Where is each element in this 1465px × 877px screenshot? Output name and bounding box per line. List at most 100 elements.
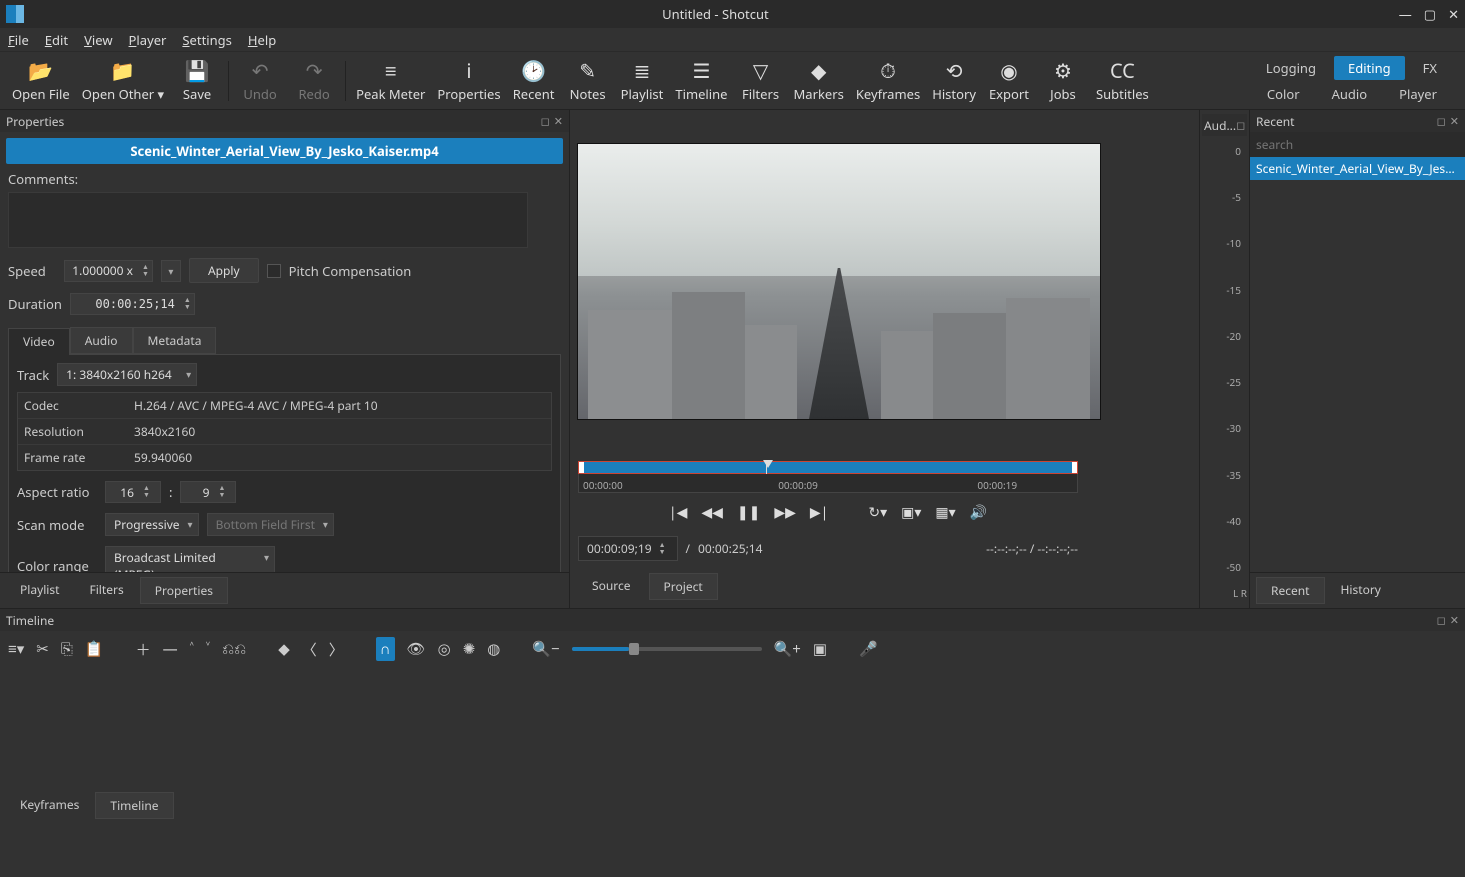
menu-settings[interactable]: Settings bbox=[182, 31, 231, 49]
menu-edit[interactable]: Edit bbox=[45, 31, 68, 49]
menu-view[interactable]: View bbox=[84, 31, 112, 49]
panel-tab-playlist[interactable]: Playlist bbox=[6, 577, 73, 604]
menu-file[interactable]: File bbox=[8, 31, 29, 49]
player-scrubber[interactable] bbox=[578, 461, 1078, 474]
toolbar-jobs[interactable]: ⚙Jobs bbox=[1036, 57, 1090, 105]
toolbar-playlist[interactable]: ≣Playlist bbox=[615, 57, 670, 105]
loop-icon[interactable]: ↻▾ bbox=[868, 503, 887, 522]
split-icon[interactable]: ⎌⎌ bbox=[222, 639, 246, 659]
toolbar-properties[interactable]: ℹProperties bbox=[431, 57, 506, 105]
zoom-slider[interactable] bbox=[572, 647, 762, 651]
toolbar-open-other[interactable]: 📁Open Other ▾ bbox=[76, 57, 170, 105]
toolbar-open-file[interactable]: 📂Open File bbox=[6, 57, 76, 105]
toolbar-peak-meter[interactable]: ≡Peak Meter bbox=[350, 57, 431, 105]
scan-select[interactable]: Progressive bbox=[105, 513, 199, 536]
aspect-h-input[interactable]: ▲▼ bbox=[180, 481, 236, 503]
recent-search-input[interactable] bbox=[1250, 132, 1465, 157]
speed-input[interactable]: ▲▼ bbox=[64, 260, 153, 282]
timecode-current[interactable]: 00:00:09;19▲▼ bbox=[578, 536, 678, 561]
zoom-out-icon[interactable]: 🔍− bbox=[532, 639, 559, 659]
toolbar-markers[interactable]: ◆Markers bbox=[788, 57, 850, 105]
prev-marker-icon[interactable]: 〈 bbox=[302, 639, 317, 660]
toolbar-export[interactable]: ◉Export bbox=[982, 57, 1036, 105]
volume-icon[interactable]: 🔊 bbox=[970, 503, 987, 522]
skip-start-icon[interactable]: |◀ bbox=[669, 503, 687, 522]
tl-menu-icon[interactable]: ≡▾ bbox=[8, 639, 24, 659]
toolbar-history[interactable]: ⟲History bbox=[926, 57, 982, 105]
zoom-fit-icon[interactable]: ▣ bbox=[813, 639, 827, 659]
comments-input[interactable] bbox=[8, 192, 528, 248]
ripple-icon[interactable]: ◎ bbox=[438, 639, 451, 659]
apply-button[interactable]: Apply bbox=[189, 258, 259, 283]
copy-icon[interactable]: ⎘ bbox=[61, 639, 73, 659]
cut-icon[interactable]: ✂ bbox=[36, 639, 49, 659]
panel-close-icon[interactable]: ✕ bbox=[554, 114, 563, 129]
ripple-markers-icon[interactable]: ◍ bbox=[487, 639, 500, 659]
prop-tab-audio[interactable]: Audio bbox=[70, 327, 133, 354]
player-ruler[interactable]: 00:00:00 00:00:09 00:00:19 bbox=[578, 474, 1078, 493]
track-label: Track bbox=[17, 366, 49, 384]
panel-tab-properties[interactable]: Properties bbox=[140, 577, 228, 604]
pause-icon[interactable]: ❚❚ bbox=[737, 503, 760, 522]
marker-icon[interactable]: ◆ bbox=[278, 639, 290, 659]
close-icon[interactable]: ✕ bbox=[1448, 5, 1459, 23]
timeline-tracks-area[interactable] bbox=[0, 667, 1465, 788]
layout-color[interactable]: Color bbox=[1253, 82, 1314, 106]
toolbar-recent[interactable]: 🕑Recent bbox=[507, 57, 561, 105]
detach-icon[interactable]: ◻ bbox=[541, 114, 550, 129]
next-marker-icon[interactable]: 〉 bbox=[329, 639, 344, 660]
recent-tab-history[interactable]: History bbox=[1327, 577, 1395, 604]
record-audio-icon[interactable]: 🎤 bbox=[859, 639, 878, 659]
layout-editing[interactable]: Editing bbox=[1334, 56, 1405, 80]
grid-icon[interactable]: ▦▾ bbox=[935, 503, 955, 522]
skip-end-icon[interactable]: ▶| bbox=[810, 503, 828, 522]
track-select[interactable]: 1: 3840x2160 h264 bbox=[57, 363, 197, 386]
ripple-all-icon[interactable]: ✺ bbox=[463, 639, 476, 659]
panel-close-icon[interactable]: ✕ bbox=[1450, 114, 1459, 129]
player-tab-source[interactable]: Source bbox=[578, 573, 645, 600]
aspect-w-input[interactable]: ▲▼ bbox=[105, 481, 161, 503]
recent-tab-recent[interactable]: Recent bbox=[1256, 577, 1325, 604]
minimize-icon[interactable]: — bbox=[1399, 5, 1412, 23]
zoom-fit-icon[interactable]: ▣▾ bbox=[901, 503, 921, 522]
player-tab-project[interactable]: Project bbox=[649, 573, 718, 600]
layout-fx[interactable]: FX bbox=[1409, 56, 1451, 80]
colorrange-select[interactable]: Broadcast Limited (MPEG) bbox=[105, 546, 275, 572]
remove-icon[interactable]: — bbox=[163, 639, 178, 659]
snap-icon[interactable]: ∩ bbox=[376, 637, 395, 661]
layout-player[interactable]: Player bbox=[1385, 82, 1451, 106]
detach-icon[interactable]: ◻ bbox=[1437, 613, 1446, 628]
tl-tab-keyframes[interactable]: Keyframes bbox=[6, 792, 93, 819]
panel-tab-filters[interactable]: Filters bbox=[75, 577, 137, 604]
menu-help[interactable]: Help bbox=[248, 31, 276, 49]
toolbar-keyframes[interactable]: ⏱Keyframes bbox=[850, 57, 926, 105]
pitch-checkbox[interactable] bbox=[267, 264, 281, 278]
layout-logging[interactable]: Logging bbox=[1252, 56, 1330, 80]
zoom-in-icon[interactable]: 🔍+ bbox=[774, 639, 801, 659]
video-canvas[interactable] bbox=[578, 144, 1100, 419]
recent-item[interactable]: Scenic_Winter_Aerial_View_By_Jesko... bbox=[1250, 157, 1465, 180]
toolbar-timeline[interactable]: ☰Timeline bbox=[669, 57, 733, 105]
lift-icon[interactable]: ˄ bbox=[190, 639, 194, 659]
fastfwd-icon[interactable]: ▶▶ bbox=[774, 503, 796, 522]
detach-icon[interactable]: ◻ bbox=[1236, 118, 1245, 133]
duration-input[interactable]: ▲▼ bbox=[70, 293, 195, 315]
scrub-icon[interactable]: 👁 bbox=[407, 639, 426, 659]
detach-icon[interactable]: ◻ bbox=[1437, 114, 1446, 129]
tl-tab-timeline[interactable]: Timeline bbox=[95, 792, 173, 819]
speed-dropdown[interactable]: ▾ bbox=[161, 260, 181, 282]
prop-tab-metadata[interactable]: Metadata bbox=[133, 327, 217, 354]
overwrite-icon[interactable]: ˅ bbox=[206, 639, 210, 659]
toolbar-notes[interactable]: ✎Notes bbox=[561, 57, 615, 105]
paste-icon[interactable]: 📋 bbox=[85, 639, 104, 659]
toolbar-filters[interactable]: ▽Filters bbox=[734, 57, 788, 105]
toolbar-save[interactable]: 💾Save bbox=[170, 57, 224, 105]
toolbar-subtitles[interactable]: CCSubtitles bbox=[1090, 57, 1155, 105]
layout-audio[interactable]: Audio bbox=[1318, 82, 1382, 106]
rewind-icon[interactable]: ◀◀ bbox=[701, 503, 723, 522]
panel-close-icon[interactable]: ✕ bbox=[1450, 613, 1459, 628]
append-icon[interactable]: ＋ bbox=[136, 639, 151, 660]
maximize-icon[interactable]: ▢ bbox=[1424, 5, 1436, 23]
menu-player[interactable]: Player bbox=[129, 31, 167, 49]
prop-tab-video[interactable]: Video bbox=[8, 328, 70, 355]
